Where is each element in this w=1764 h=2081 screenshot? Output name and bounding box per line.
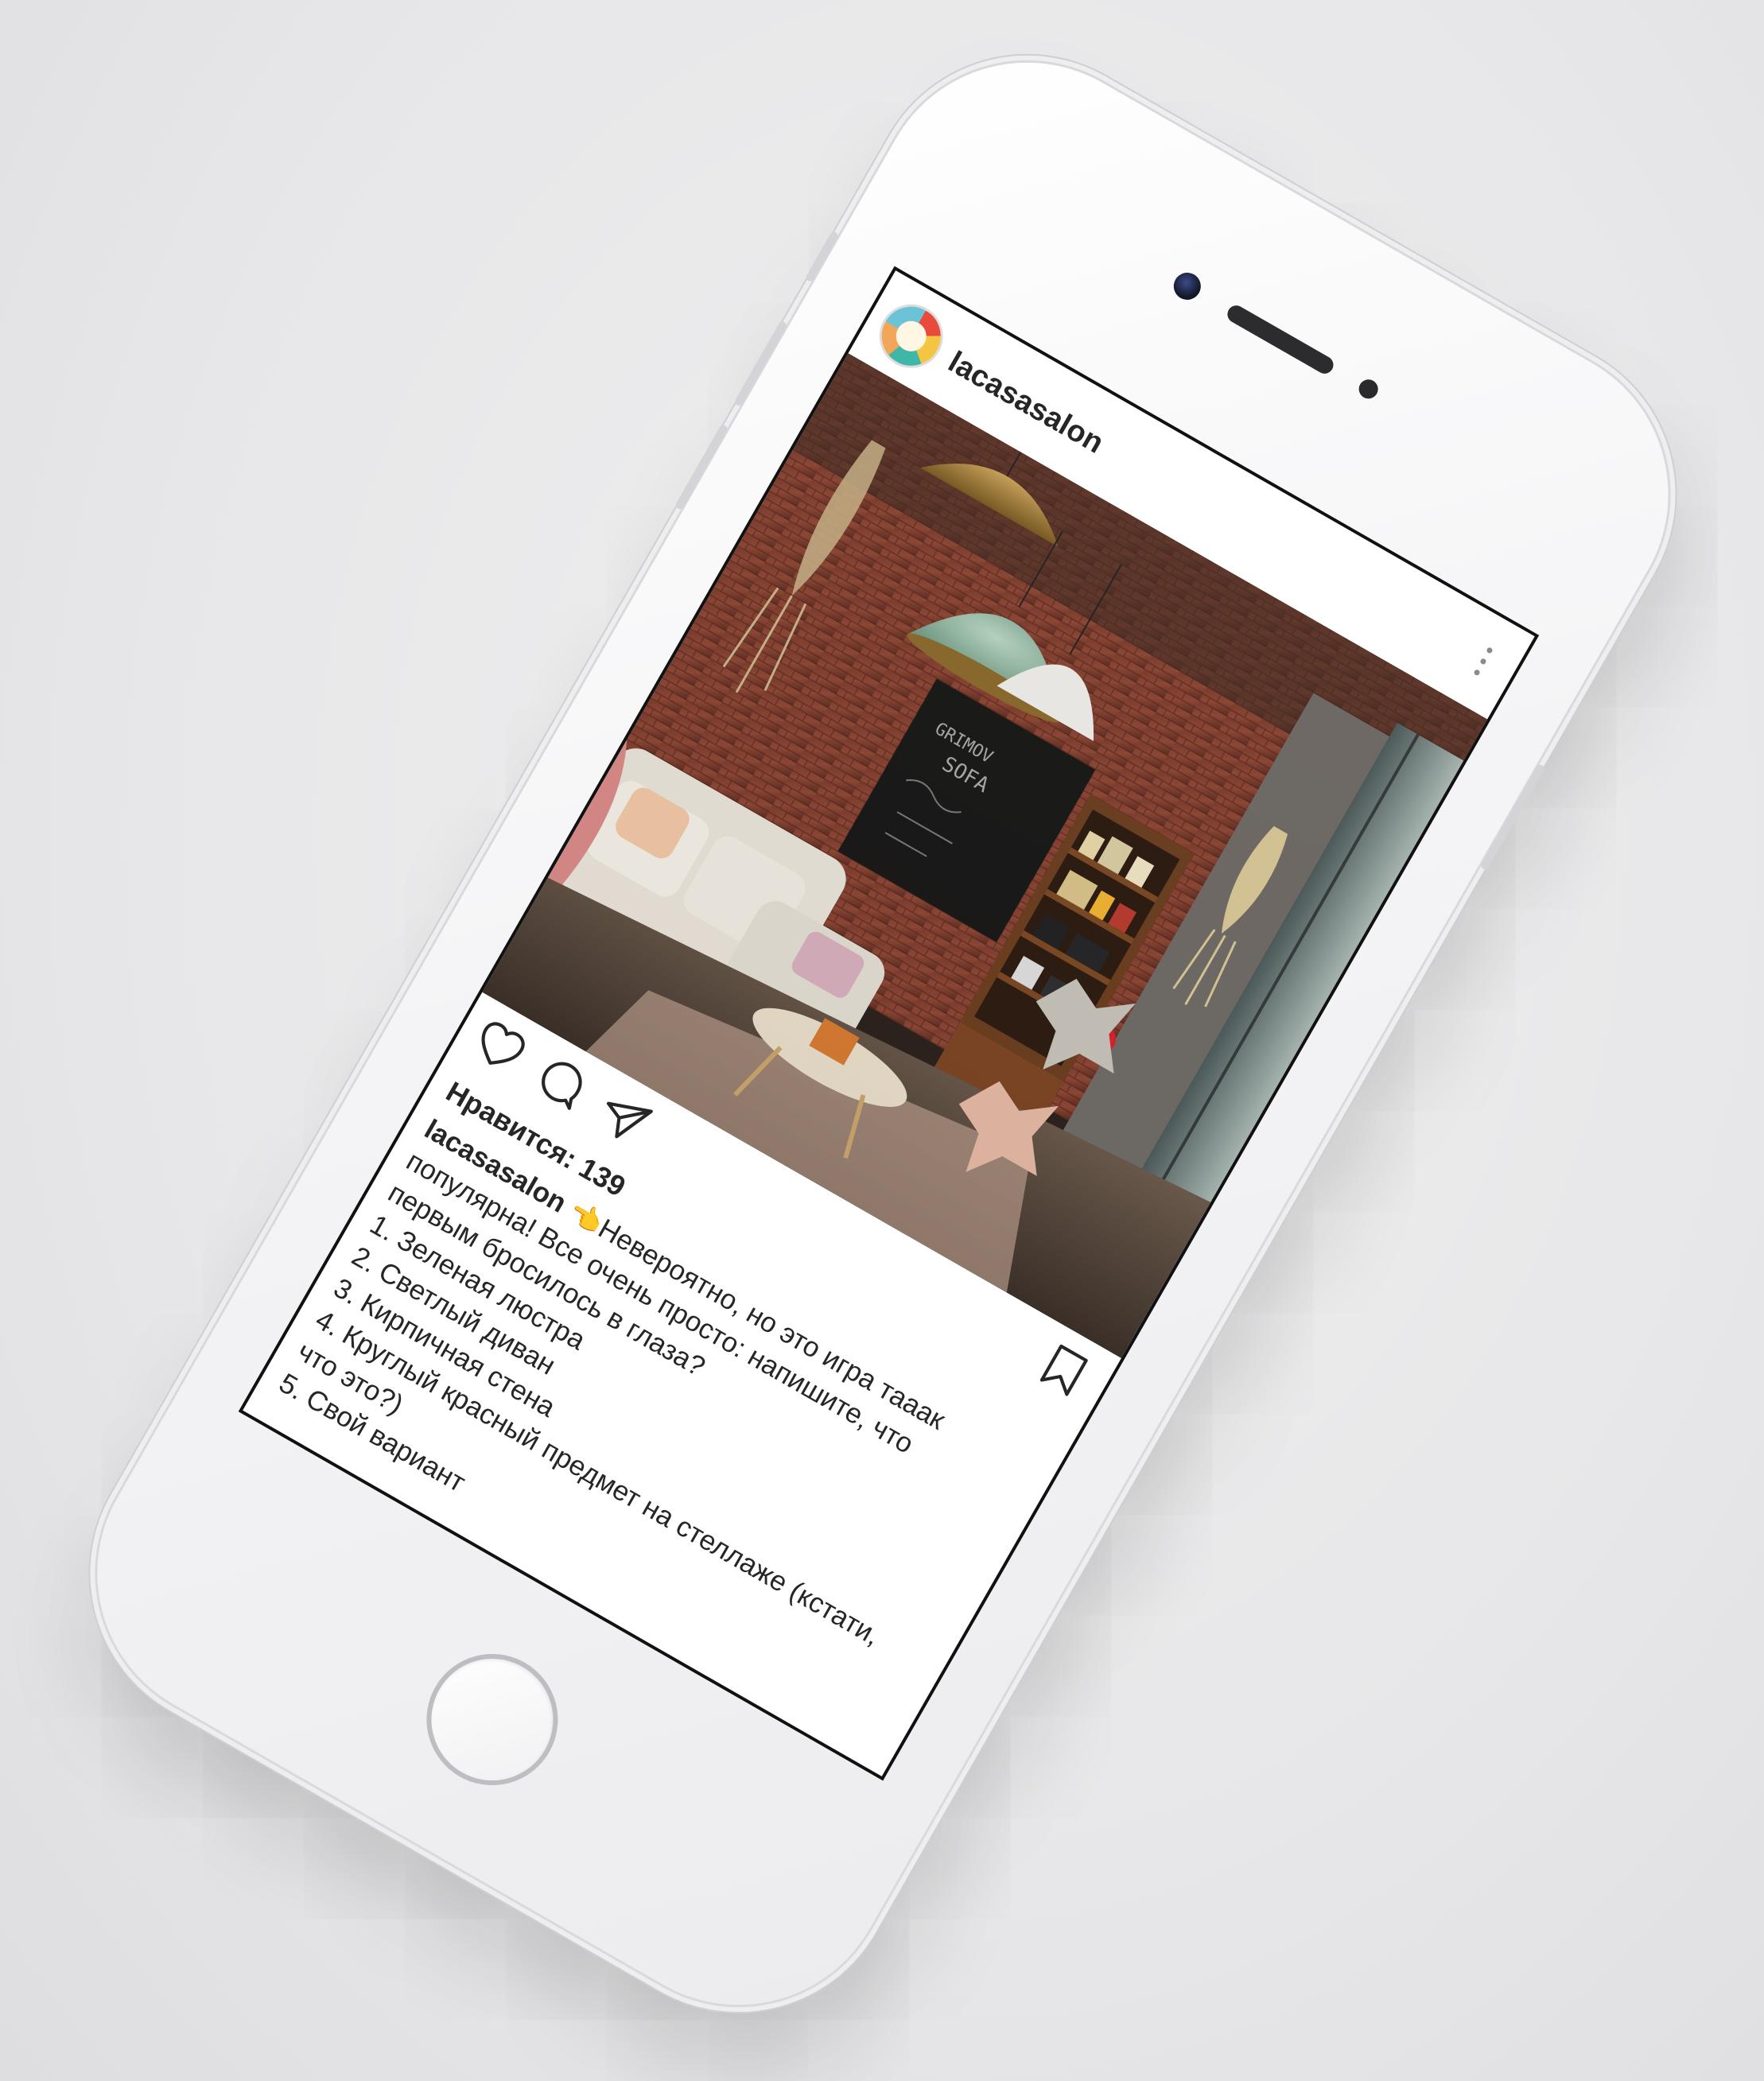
more-vertical-icon[interactable] — [1458, 634, 1510, 691]
volume-up-button — [733, 320, 788, 407]
power-button — [1479, 763, 1546, 872]
earpiece-speaker — [1224, 302, 1337, 377]
heart-icon[interactable] — [466, 1013, 534, 1081]
home-button[interactable] — [402, 1629, 582, 1810]
phone-screen: lacasasalon GRIMOV SOFA Нравится: 139 la… — [238, 266, 1540, 1781]
send-icon[interactable] — [590, 1085, 658, 1152]
proximity-sensor — [1355, 375, 1382, 402]
volume-down-button — [674, 423, 729, 511]
mute-switch — [804, 230, 840, 283]
mockup-scene: lacasasalon GRIMOV SOFA Нравится: 139 la… — [0, 0, 1764, 2081]
comment-icon[interactable] — [528, 1049, 596, 1116]
avatar[interactable] — [868, 293, 955, 380]
smartphone: lacasasalon GRIMOV SOFA Нравится: 139 la… — [42, 7, 1723, 2060]
post-photo[interactable]: GRIMOV SOFA — [482, 353, 1488, 1358]
front-camera — [1168, 267, 1206, 305]
bookmark-icon[interactable] — [1031, 1337, 1098, 1404]
